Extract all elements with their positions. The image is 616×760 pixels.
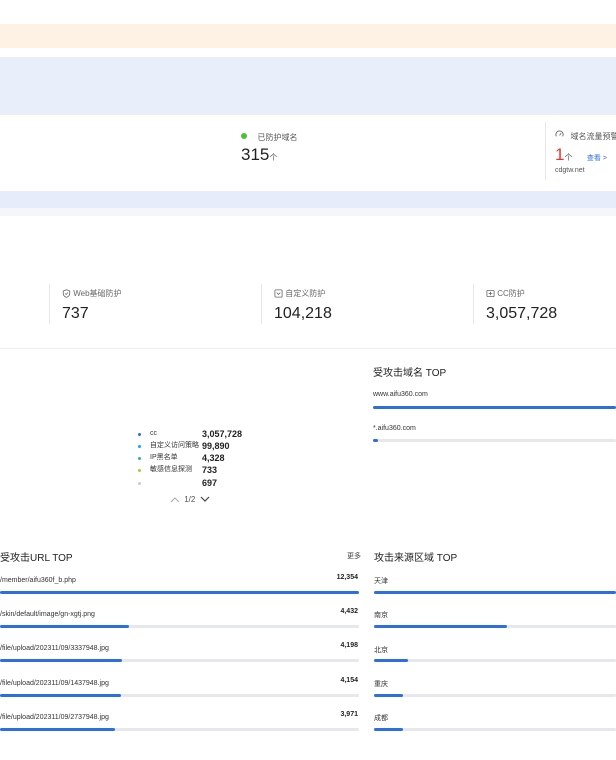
chevron-up-icon[interactable]	[170, 496, 180, 503]
protection-divider	[261, 284, 262, 324]
domain-bar-fill	[373, 439, 378, 442]
section-divider	[0, 348, 616, 349]
legend-item: cc 3,057,728	[138, 428, 268, 440]
legend-dot	[138, 432, 141, 436]
region-bar-fill	[374, 591, 616, 594]
legend-item: 敏感信息探测 733	[138, 464, 268, 476]
attack-type-legend: cc 3,057,728 自定义访问策略 99,890 IP黑名单 4,328 敏感信…	[138, 428, 268, 494]
url-bar-fill	[0, 625, 130, 628]
notice-banner	[0, 24, 616, 48]
custom-rule-icon	[274, 289, 283, 298]
protected-domains-label-row: 已防护域名	[241, 127, 297, 145]
region-bar-track	[374, 625, 616, 628]
summary-divider	[545, 122, 546, 180]
domain-label: *.aifu360.com	[373, 425, 416, 432]
traffic-alert-count: 1个 查看 >	[555, 145, 607, 165]
region-bar-fill	[374, 625, 508, 628]
protection-custom-value: 104,218	[274, 305, 332, 322]
url-bar-track	[0, 625, 359, 628]
region-label: 南京	[374, 612, 388, 619]
protected-domains-value: 315	[241, 145, 270, 164]
cc-icon	[486, 290, 495, 298]
legend-dot	[138, 444, 141, 448]
protection-divider	[49, 284, 50, 324]
protection-custom: 自定义防护	[274, 288, 325, 299]
region-label: 重庆	[374, 681, 388, 688]
summary-bottom-strip	[0, 208, 616, 216]
url-count: 3,971	[340, 711, 358, 718]
protected-domains-unit: 个	[269, 153, 278, 162]
domain-bar-track	[373, 406, 616, 409]
url-bar-fill	[0, 591, 359, 594]
shield-icon	[62, 289, 71, 299]
region-bar-track	[374, 728, 616, 731]
legend-dot	[138, 456, 141, 460]
url-bar-track	[0, 728, 359, 731]
region-bar-fill	[374, 694, 404, 697]
list-item[interactable]: *.aifu360.com	[373, 425, 416, 432]
region-bar-fill	[374, 728, 404, 731]
header-panel	[0, 57, 616, 115]
url-label[interactable]: /file/upload/202311/09/3337948.jpg	[0, 645, 109, 652]
source-regions-title: 攻击来源区域 TOP	[374, 553, 458, 564]
url-label[interactable]: /member/aifu360f_b.php	[0, 577, 76, 584]
attacked-urls-title: 受攻击URL TOP	[0, 553, 73, 564]
more-link[interactable]: 更多	[347, 551, 361, 561]
url-count: 4,198	[340, 642, 358, 649]
url-bar-track	[0, 591, 359, 594]
list-item[interactable]: www.aifu360.com	[373, 391, 428, 398]
url-bar-fill	[0, 694, 121, 697]
url-bar-track	[0, 659, 359, 662]
region-bar-track	[374, 659, 616, 662]
region-bar-fill	[374, 659, 408, 662]
status-dot	[241, 132, 247, 139]
attacked-domains-title: 受攻击域名 TOP	[373, 368, 447, 379]
legend-item: 自定义访问策略 99,890	[138, 440, 268, 452]
legend-pager: 1/2	[170, 495, 210, 504]
url-label[interactable]: /file/upload/202311/09/2737948.jpg	[0, 714, 109, 721]
protection-custom-label: 自定义防护	[285, 289, 326, 298]
gauge-icon	[555, 130, 564, 137]
legend-item: IP黑名单 4,328	[138, 452, 268, 464]
protection-cc-value: 3,057,728	[486, 305, 558, 322]
traffic-alert-label-row: 域名流量预警	[555, 126, 616, 144]
region-label: 天津	[374, 578, 388, 585]
region-label: 北京	[374, 647, 388, 654]
traffic-alert-domain: cdgtw.net	[555, 167, 585, 174]
url-bar-track	[0, 694, 359, 697]
url-label[interactable]: /file/upload/202311/09/1437948.jpg	[0, 680, 109, 687]
protection-web-label: Web基础防护	[73, 289, 122, 298]
view-alert-link[interactable]: 查看 >	[587, 155, 607, 162]
protection-web-value: 737	[62, 305, 89, 322]
domain-bar-fill	[373, 406, 616, 409]
url-count: 4,154	[340, 677, 358, 684]
protection-divider	[473, 284, 474, 324]
region-bar-track	[374, 694, 616, 697]
protection-cc-label: CC防护	[497, 289, 525, 298]
url-count: 12,354	[336, 574, 358, 581]
legend-item-clipped: 697	[138, 477, 268, 489]
url-label[interactable]: /skin/default/image/gn-xgtj.png	[0, 611, 95, 618]
protection-web: Web基础防护	[62, 288, 122, 299]
pager-text: 1/2	[184, 495, 196, 504]
summary-card	[0, 115, 616, 191]
protected-domains-label: 已防护域名	[257, 133, 298, 142]
traffic-alert-label: 域名流量预警	[570, 132, 616, 141]
summary-footer-strip	[0, 191, 616, 208]
url-bar-fill	[0, 728, 115, 731]
legend-dot	[138, 468, 141, 472]
region-label: 成都	[374, 715, 388, 722]
domain-bar-track	[373, 439, 616, 442]
domain-label: www.aifu360.com	[373, 391, 428, 398]
protected-domains-count: 315个	[241, 145, 277, 165]
chevron-down-icon[interactable]	[200, 496, 210, 503]
traffic-alert-unit: 个	[564, 153, 573, 162]
protection-cc: CC防护	[486, 288, 525, 299]
region-bar-track	[374, 591, 616, 594]
url-count: 4,432	[340, 608, 358, 615]
url-bar-fill	[0, 659, 123, 662]
